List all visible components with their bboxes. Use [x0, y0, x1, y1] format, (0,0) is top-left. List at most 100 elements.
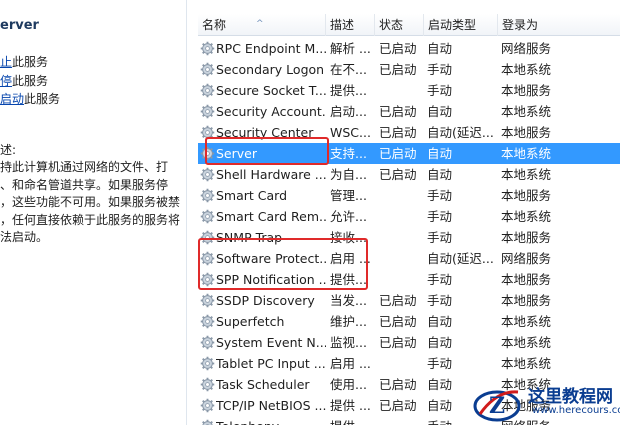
service-description: 支持... — [330, 146, 367, 161]
service-name: Smart Card Rem... — [216, 209, 326, 224]
column-header-description[interactable]: 描述 — [326, 14, 375, 36]
pane-splitter[interactable] — [186, 0, 198, 425]
service-row[interactable]: Security Account... 启动... 已启动 自动 本地系统 — [198, 101, 620, 122]
service-title: erver — [0, 18, 39, 33]
service-row[interactable]: Superfetch 维护... 已启动 自动 本地系统 — [198, 311, 620, 332]
service-row[interactable]: RPC Endpoint M... 解析 ... 已启动 自动 网络服务 — [198, 38, 620, 59]
service-name: TCP/IP NetBIOS ... — [216, 398, 326, 413]
service-gear-icon — [200, 188, 215, 203]
service-logon-as: 本地系统 — [501, 146, 552, 161]
column-header-name-label: 名称 — [202, 18, 227, 32]
stop-service-row: 止此服务 — [0, 53, 48, 70]
service-row[interactable]: Shell Hardware ... 为自... 已启动 自动 本地系统 — [198, 164, 620, 185]
pause-service-row: 停此服务 — [0, 72, 48, 89]
service-description: 使用... — [330, 377, 367, 392]
service-status: 已启动 — [379, 125, 417, 140]
service-startup-type: 自动 — [427, 146, 453, 161]
pause-service-link[interactable]: 停 — [0, 74, 12, 88]
service-logon-as: 本地系统 — [501, 209, 552, 224]
service-status: 已启动 — [379, 167, 417, 182]
service-startup-type: 自动 — [427, 335, 453, 350]
watermark-logo-icon: Z — [473, 390, 521, 422]
service-startup-type: 手动 — [427, 62, 453, 77]
service-gear-icon — [200, 398, 215, 413]
service-description: 维护... — [330, 314, 367, 329]
highlight-box-protection-services — [198, 238, 368, 290]
service-startup-type: 手动 — [427, 83, 453, 98]
service-row[interactable]: Smart Card 管理... 手动 本地服务 — [198, 185, 620, 206]
service-description: 在不... — [330, 62, 367, 77]
service-row[interactable]: Smart Card Rem... 允许... 手动 本地系统 — [198, 206, 620, 227]
svg-text:Z: Z — [489, 393, 505, 419]
service-startup-type: 自动(延迟... — [427, 251, 494, 266]
column-header-logon[interactable]: 登录为 — [498, 14, 620, 36]
service-status: 已启动 — [379, 62, 417, 77]
description-heading: 述: — [0, 143, 17, 157]
service-name: Tablet PC Input ... — [216, 356, 326, 371]
service-detail-pane: erver 止此服务 停此服务 启动此服务 述: 持此计算机通过网络的文件、打 … — [0, 0, 186, 425]
service-status: 已启动 — [379, 104, 417, 119]
service-logon-as: 网络服务 — [501, 41, 552, 56]
service-status: 已启动 — [379, 314, 417, 329]
service-row[interactable]: Tablet PC Input ... 启用 ... 手动 本地系统 — [198, 353, 620, 374]
service-startup-type: 自动 — [427, 104, 453, 119]
service-name: Telephony — [216, 416, 326, 425]
watermark-text: 这里教程网 — [528, 387, 613, 407]
service-gear-icon — [200, 62, 215, 77]
site-watermark: Z 这里教程网 www.herecours.com — [472, 380, 620, 425]
service-gear-icon — [200, 293, 215, 308]
pause-service-suffix: 此服务 — [12, 74, 49, 88]
service-startup-type: 自动(延迟... — [427, 125, 494, 140]
description-line: ，这些功能不可用。如果服务被禁 — [0, 195, 181, 209]
service-gear-icon — [200, 104, 215, 119]
service-status — [379, 185, 425, 206]
service-startup-type: 手动 — [427, 293, 453, 308]
service-logon-as: 本地系统 — [501, 356, 552, 371]
service-description: 启用 ... — [330, 356, 371, 371]
sort-ascending-icon: ^ — [256, 19, 264, 29]
column-header-status[interactable]: 状态 — [375, 14, 424, 36]
service-logon-as: 本地系统 — [501, 104, 552, 119]
service-name: Smart Card — [216, 188, 288, 203]
column-header-name[interactable]: 名称 ^ — [198, 14, 326, 36]
service-description: 提供... — [330, 83, 367, 98]
stop-service-link[interactable]: 止 — [0, 55, 12, 69]
service-status — [379, 353, 425, 374]
service-description: 监视... — [330, 335, 367, 350]
services-list: 名称 ^ 描述 状态 启动类型 登录为 RPC Endpoint M... 解析 … — [198, 0, 620, 425]
service-logon-as: 本地服务 — [501, 83, 552, 98]
service-status: 已启动 — [379, 398, 417, 413]
service-status — [379, 416, 425, 425]
service-row[interactable]: Secure Socket T... 提供... 手动 本地服务 — [198, 80, 620, 101]
watermark-url: www.herecours.com — [532, 405, 620, 416]
service-gear-icon — [200, 209, 215, 224]
service-row[interactable]: System Event N... 监视... 已启动 自动 本地系统 — [198, 332, 620, 353]
service-description: 当发... — [330, 293, 367, 308]
restart-service-link[interactable]: 启动 — [0, 92, 24, 106]
service-logon-as: 本地服务 — [501, 125, 552, 140]
service-gear-icon — [200, 419, 215, 425]
service-status: 已启动 — [379, 335, 417, 350]
service-gear-icon — [200, 356, 215, 371]
service-description: 为自... — [330, 167, 367, 182]
description-line: 持此计算机通过网络的文件、打 — [0, 160, 169, 174]
service-status — [379, 206, 425, 227]
column-header-startup-type[interactable]: 启动类型 — [424, 14, 498, 36]
service-description: WSC... — [330, 125, 371, 140]
service-logon-as: 本地服务 — [501, 293, 552, 308]
service-startup-type: 手动 — [427, 188, 453, 203]
service-description: 提供 ... — [330, 398, 371, 413]
service-logon-as: 本地系统 — [501, 167, 552, 182]
highlight-box-server — [205, 137, 329, 165]
service-row[interactable]: Secondary Logon 在不... 已启动 手动 本地系统 — [198, 59, 620, 80]
service-row[interactable]: SSDP Discovery 当发... 已启动 手动 本地服务 — [198, 290, 620, 311]
service-logon-as: 本地系统 — [501, 335, 552, 350]
service-status: 已启动 — [379, 377, 417, 392]
service-startup-type: 手动 — [427, 356, 453, 371]
service-gear-icon — [200, 41, 215, 56]
service-logon-as: 本地系统 — [501, 62, 552, 77]
service-gear-icon — [200, 83, 215, 98]
restart-service-suffix: 此服务 — [24, 92, 61, 106]
service-logon-as: 本地服务 — [501, 272, 552, 287]
service-gear-icon — [200, 314, 215, 329]
